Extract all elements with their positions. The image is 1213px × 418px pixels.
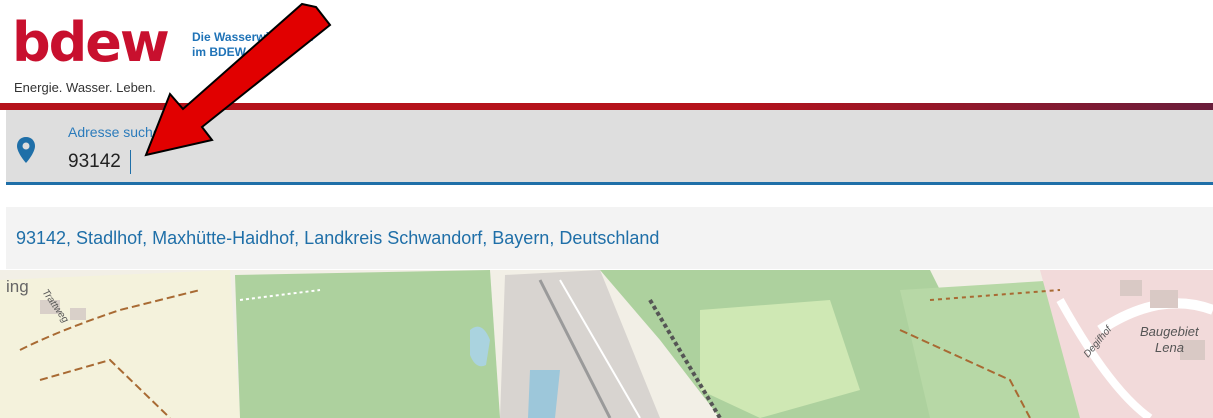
logo-subtitle: Die Wasserwirtschaft im BDEW — [192, 30, 313, 60]
search-label: Adresse suchen — [68, 124, 169, 140]
header-accent-bar — [0, 103, 1213, 110]
map-area-label-2: Lena — [1155, 340, 1184, 355]
logo-subtitle-line-1: Die Wasserwirtschaft — [192, 30, 313, 44]
logo-subtitle-line-2: im BDEW — [192, 45, 246, 59]
suggestion-label: 93142, Stadlhof, Maxhütte-Haidhof, Landk… — [16, 227, 660, 248]
logo-tagline: Energie. Wasser. Leben. — [14, 80, 156, 95]
map-canvas[interactable]: ing Trattweg Degifhof Baugebiet Lena — [0, 270, 1213, 418]
address-search-input[interactable] — [66, 148, 768, 176]
address-search-box[interactable]: Adresse suchen — [6, 110, 1213, 185]
site-header: bdew Energie. Wasser. Leben. Die Wasserw… — [0, 0, 1213, 103]
map-label-top-left: ing — [6, 277, 29, 296]
bdew-logo[interactable]: bdew — [12, 8, 170, 78]
map-area-label-1: Baugebiet — [1140, 324, 1200, 339]
text-caret — [130, 150, 131, 174]
map-view[interactable]: ing Trattweg Degifhof Baugebiet Lena — [0, 270, 1213, 418]
map-pin-icon — [17, 137, 35, 163]
suggestion-item[interactable]: 93142, Stadlhof, Maxhütte-Haidhof, Landk… — [6, 207, 1213, 269]
